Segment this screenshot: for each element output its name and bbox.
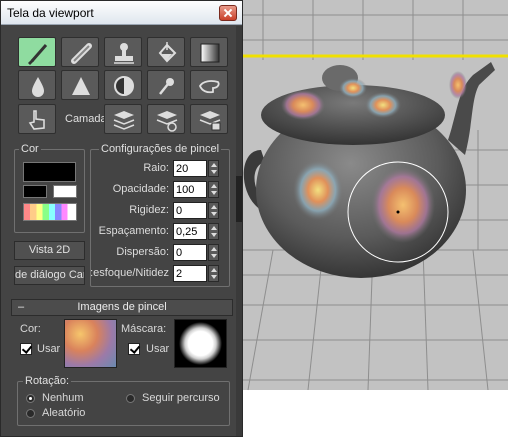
blur-sharpen-label: esfoque/Nitidez:	[90, 267, 169, 279]
rotation-random-radio[interactable]	[26, 409, 35, 418]
opacity-label: Opacidade:	[112, 183, 169, 195]
add-layer-icon	[113, 111, 135, 130]
brush-images-title: Imagens de pincel	[77, 301, 167, 313]
paint-stroke	[293, 160, 343, 220]
scatter-input[interactable]	[173, 244, 207, 261]
rotation-none-radio[interactable]	[26, 394, 35, 403]
layer-save-icon	[199, 111, 221, 131]
paint-stroke	[339, 78, 367, 98]
hardness-spinner[interactable]	[173, 202, 221, 219]
contrast-button[interactable]	[104, 70, 142, 100]
smudge-hand-icon	[198, 80, 220, 94]
hardness-spinner-arrows[interactable]	[208, 202, 219, 219]
gradient-icon	[200, 43, 220, 63]
mask-image-label: Máscara:	[121, 323, 167, 335]
paint-stroke	[365, 92, 401, 118]
eraser-button[interactable]	[61, 37, 99, 67]
opacity-spinner-arrows[interactable]	[208, 181, 219, 198]
hardness-input[interactable]	[173, 202, 207, 219]
sharpen-button[interactable]	[61, 70, 99, 100]
color-brush-image[interactable]	[64, 319, 117, 368]
paint-stroke	[449, 71, 467, 99]
rotation-label: Rotação:	[23, 375, 72, 387]
close-button[interactable]	[219, 5, 237, 21]
tertiary-color-swatch[interactable]	[53, 185, 77, 198]
blur-drop-icon	[32, 77, 44, 97]
viewport[interactable]	[243, 0, 508, 437]
rotation-none-label: Nenhum	[42, 392, 84, 404]
rotation-follow-path-radio[interactable]	[126, 394, 135, 403]
mask-use-label: Usar	[146, 343, 170, 355]
spacing-input[interactable]	[173, 223, 207, 240]
finger-button[interactable]	[18, 104, 56, 134]
window-title: Tela da viewport	[7, 6, 94, 20]
paint-stroke	[371, 167, 435, 243]
gradient-button[interactable]	[190, 37, 228, 67]
vista-2d-button[interactable]: Vista 2D	[14, 241, 85, 260]
title-bar[interactable]: Tela da viewport	[1, 1, 242, 25]
viewport-paint-panel: Tela da viewport Camada Cor Vista 2D de …	[0, 0, 243, 437]
finger-pointer-icon	[28, 110, 45, 130]
mask-brush-image[interactable]	[174, 319, 227, 368]
layer-refresh-button[interactable]	[147, 104, 185, 134]
scroll-thumb[interactable]	[236, 176, 242, 222]
brush-center-dot	[396, 210, 400, 214]
color-palette[interactable]	[23, 203, 77, 221]
radius-spinner[interactable]	[173, 160, 221, 177]
opacity-input[interactable]	[173, 181, 207, 198]
spacing-spinner-arrows[interactable]	[208, 223, 219, 240]
eraser-icon	[71, 43, 92, 64]
primary-color-swatch[interactable]	[23, 162, 76, 182]
radius-input[interactable]	[173, 160, 207, 177]
add-layer-button[interactable]	[104, 104, 142, 134]
spacing-spinner[interactable]	[173, 223, 221, 240]
color-group-label: Cor	[19, 143, 41, 155]
viewport-canvas[interactable]	[243, 0, 508, 437]
color-image-label: Cor:	[20, 323, 41, 335]
fill-bucket-icon	[158, 42, 177, 63]
brush-settings-label: Configurações de pincel	[99, 143, 222, 155]
blur-sharpen-spinner-arrows[interactable]	[208, 265, 219, 282]
radius-spinner-arrows[interactable]	[208, 160, 219, 177]
paint-brush-icon	[28, 44, 48, 65]
hardness-label: Rigidez:	[129, 204, 169, 216]
color-use-label: Usar	[37, 343, 61, 355]
secondary-color-swatch[interactable]	[23, 185, 47, 198]
scrollbar[interactable]	[236, 26, 242, 436]
scatter-spinner-arrows[interactable]	[208, 244, 219, 261]
scatter-spinner[interactable]	[173, 244, 221, 261]
radius-label: Raio:	[143, 162, 169, 174]
stamp-icon	[114, 43, 134, 64]
opacity-spinner[interactable]	[173, 181, 221, 198]
brush-images-rollout-header[interactable]: – Imagens de pincel	[11, 299, 233, 316]
fill-button[interactable]	[147, 37, 185, 67]
eyedropper-button[interactable]	[147, 70, 185, 100]
paint-stroke	[281, 90, 325, 120]
rotation-follow-path-label: Seguir percurso	[142, 392, 220, 404]
layer-save-button[interactable]	[190, 104, 228, 134]
spacing-label: Espaçamento:	[98, 225, 169, 237]
color-use-checkbox[interactable]	[20, 343, 32, 355]
sharpen-triangle-icon	[72, 77, 90, 95]
blur-sharpen-spinner[interactable]	[173, 265, 221, 282]
layer-label: Camada	[65, 113, 107, 125]
blur-button[interactable]	[18, 70, 56, 100]
dialog-button[interactable]: de diálogo Car	[14, 266, 85, 285]
mask-use-checkbox[interactable]	[128, 343, 140, 355]
smudge-button[interactable]	[190, 70, 228, 100]
blur-sharpen-input[interactable]	[173, 265, 207, 282]
rotation-random-label: Aleatório	[42, 407, 86, 419]
scatter-label: Dispersão:	[116, 246, 169, 258]
eyedropper-icon	[159, 78, 174, 95]
layer-refresh-icon	[156, 111, 178, 132]
paint-brush-button[interactable]	[18, 37, 56, 67]
clone-stamp-button[interactable]	[104, 37, 142, 67]
contrast-icon	[114, 76, 134, 96]
